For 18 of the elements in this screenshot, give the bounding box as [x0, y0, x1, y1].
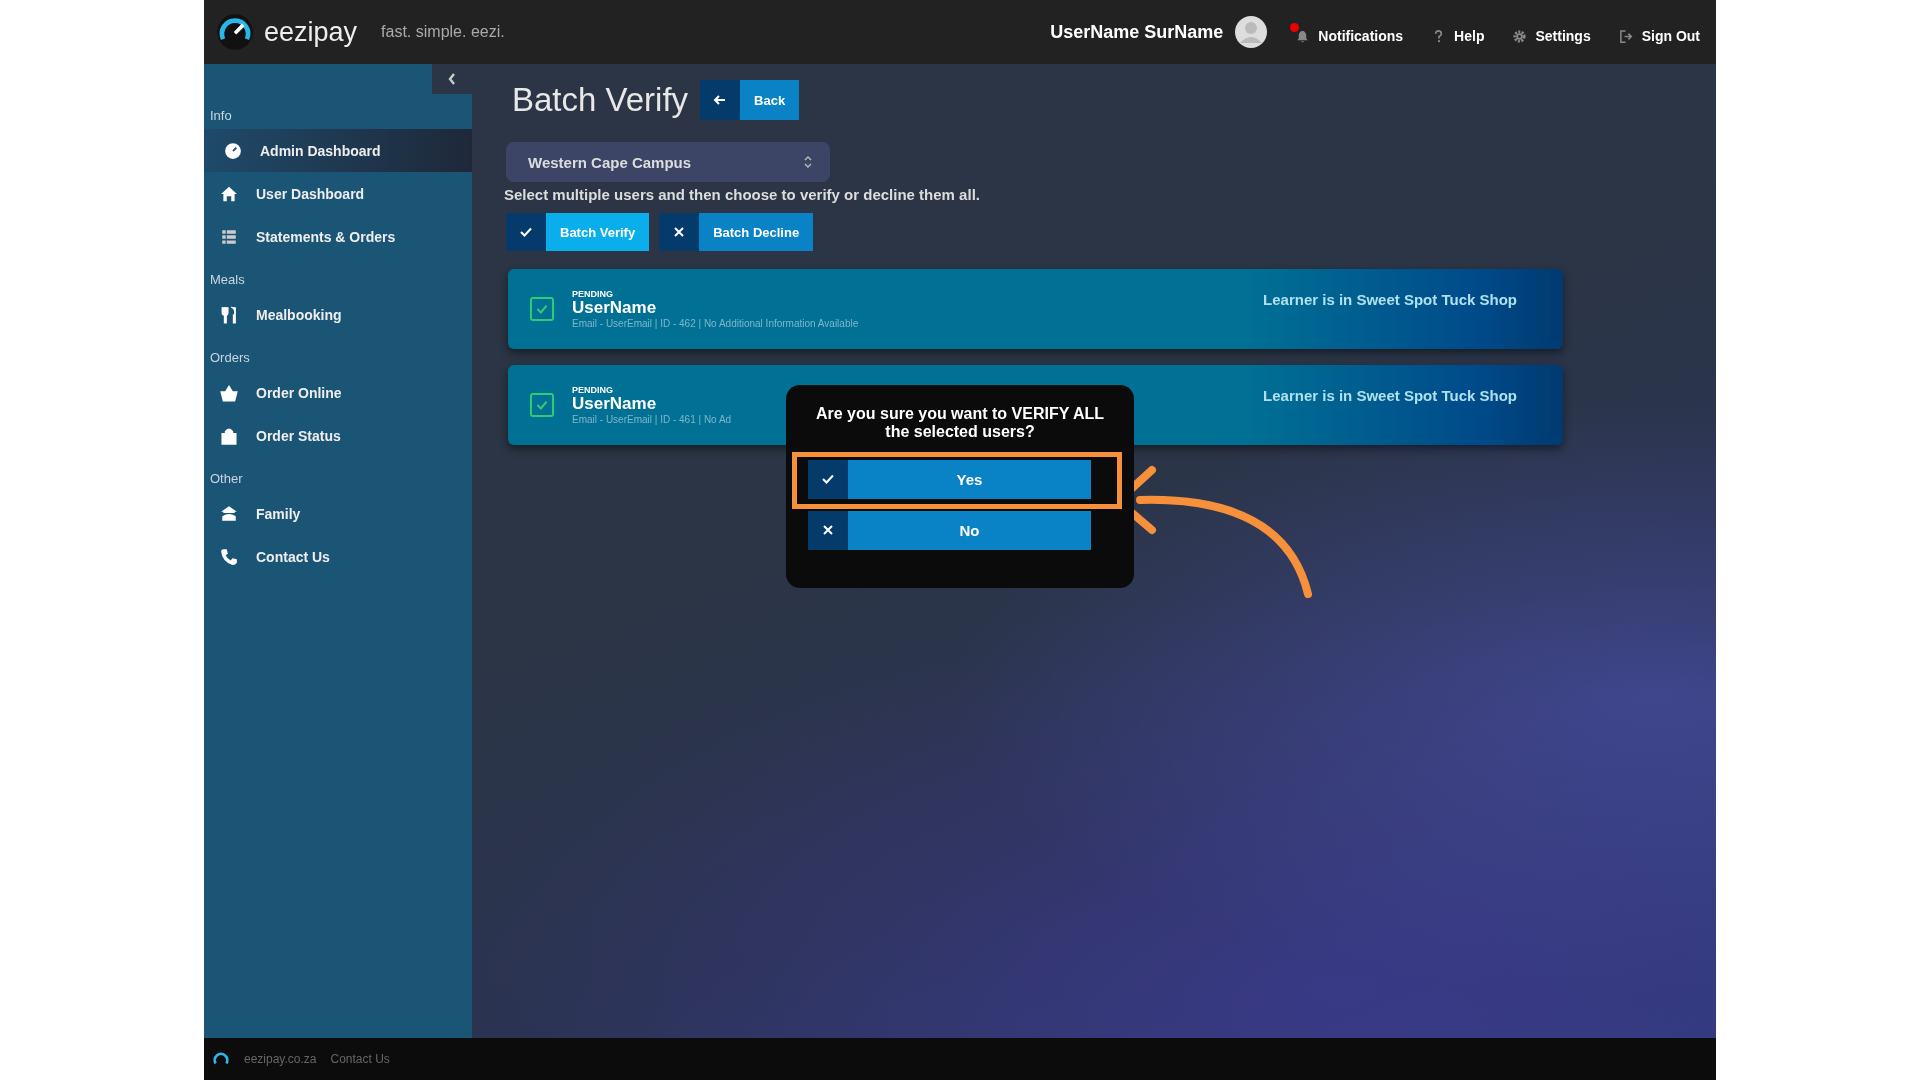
- tagline: fast. simple. eezi.: [381, 23, 505, 41]
- user-name: UserName: [572, 395, 657, 414]
- instructions: Select multiple users and then choose to verify or decline them all.: [504, 186, 981, 203]
- brand-name: eezipay: [264, 16, 358, 48]
- section-heading: Meals: [209, 271, 246, 289]
- status-label: PENDING: [572, 385, 613, 396]
- location-text: Learner is in Sweet Spot Tuck Shop: [1263, 387, 1517, 404]
- status-label: PENDING: [572, 289, 613, 300]
- user-details: Email - UserEmail | ID - 461 | No Ad: [572, 413, 732, 425]
- user-details: Email - UserEmail | ID - 462 | No Additional Information Available: [572, 317, 859, 329]
- user-name: UserName: [572, 299, 657, 318]
- user-name: UserName SurName: [1050, 21, 1224, 43]
- location-text: Learner is in Sweet Spot Tuck Shop: [1263, 291, 1517, 308]
- section-heading: Other: [209, 470, 244, 488]
- dialog-message: Are you sure you want to VERIFY ALL the selected users?: [814, 405, 1105, 442]
- section-heading: Info: [209, 107, 233, 125]
- section-heading: Orders: [209, 349, 251, 367]
- page-title: Batch Verify: [512, 81, 689, 119]
